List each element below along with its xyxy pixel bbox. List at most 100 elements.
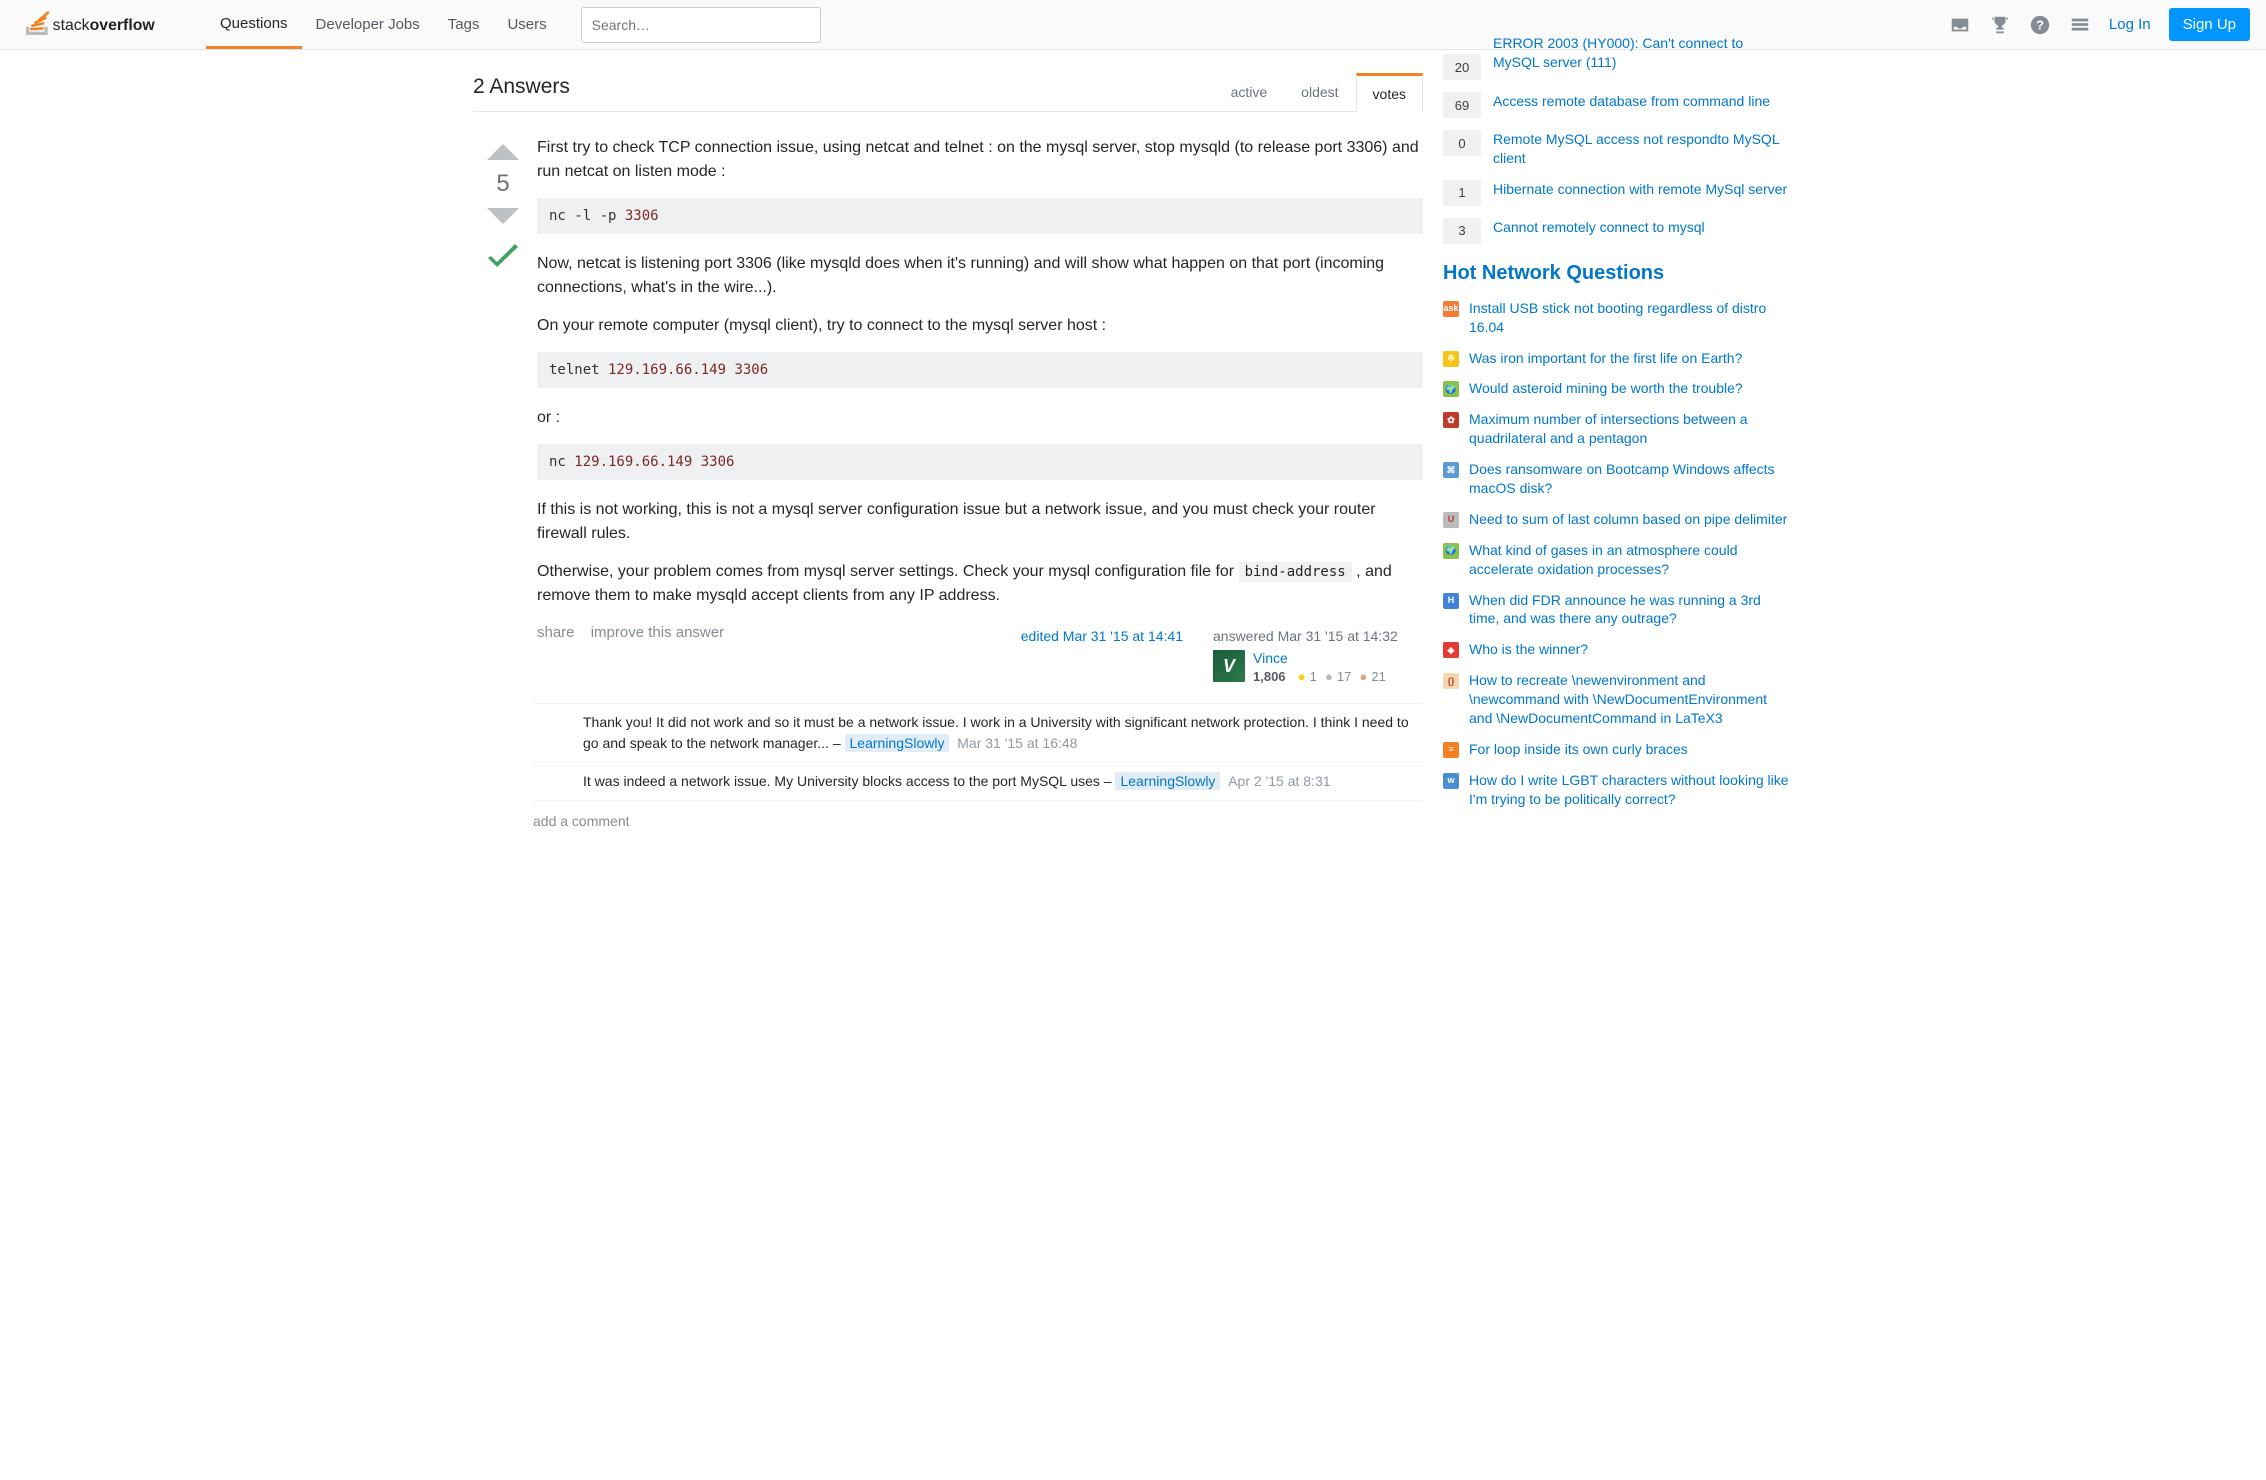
answer-p1: First try to check TCP connection issue,… bbox=[537, 136, 1423, 184]
related-link[interactable]: Hibernate connection with remote MySql s… bbox=[1493, 180, 1787, 199]
hnq-link[interactable]: How to recreate \newenvironment and \new… bbox=[1469, 671, 1793, 728]
related-item: 20ERROR 2003 (HY000): Can't connect to M… bbox=[1443, 54, 1793, 80]
comment-date: Apr 2 '15 at 8:31 bbox=[1224, 773, 1330, 789]
code-block-3: nc 129.169.66.149 3306 bbox=[537, 444, 1423, 480]
add-comment-link[interactable]: add a comment bbox=[533, 813, 630, 829]
nav-users[interactable]: Users bbox=[493, 0, 560, 49]
share-link[interactable]: share bbox=[537, 624, 575, 641]
answer-p2: Now, netcat is listening port 3306 (like… bbox=[537, 252, 1423, 300]
related-item: 69Access remote database from command li… bbox=[1443, 92, 1793, 118]
tab-votes[interactable]: votes bbox=[1356, 73, 1423, 112]
svg-text:stackoverflow: stackoverflow bbox=[53, 17, 156, 34]
search-input[interactable] bbox=[581, 7, 821, 43]
site-icon: ask bbox=[1443, 301, 1459, 317]
comments: Thank you! It did not work and so it mus… bbox=[533, 703, 1423, 801]
nav-questions[interactable]: Questions bbox=[206, 0, 302, 49]
hnq-item: ✿ Maximum number of intersections between… bbox=[1443, 410, 1793, 448]
answered-time: answered Mar 31 '15 at 14:32 bbox=[1213, 628, 1423, 644]
site-icon: ◈ bbox=[1443, 642, 1459, 658]
hnq-link[interactable]: Maximum number of intersections between … bbox=[1469, 410, 1793, 448]
topbar: stackoverflow Questions Developer Jobs T… bbox=[0, 0, 2266, 50]
site-icon: ✿ bbox=[1443, 412, 1459, 428]
related-score: 20 bbox=[1443, 54, 1481, 80]
menu-icon[interactable] bbox=[2069, 14, 2091, 36]
hnq-item: ◈ Who is the winner? bbox=[1443, 640, 1793, 659]
user-rep: 1,806 bbox=[1253, 669, 1286, 684]
comment-user[interactable]: LearningSlowly bbox=[845, 734, 950, 752]
site-icon: w bbox=[1443, 773, 1459, 789]
hnq-link[interactable]: Was iron important for the first life on… bbox=[1469, 349, 1742, 368]
badges: ●1 ●17 ●21 bbox=[1294, 668, 1386, 685]
related-link[interactable]: Remote MySQL access not respondto MySQL … bbox=[1493, 130, 1793, 168]
tab-active[interactable]: active bbox=[1214, 73, 1285, 112]
upvote-icon[interactable] bbox=[485, 142, 521, 162]
vote-column: 5 bbox=[473, 136, 533, 703]
user-name[interactable]: Vince bbox=[1253, 650, 1386, 666]
hnq-item: {} How to recreate \newenvironment and \n… bbox=[1443, 671, 1793, 728]
hnq-link[interactable]: How do I write LGBT characters without l… bbox=[1469, 771, 1793, 809]
svg-text:?: ? bbox=[2036, 17, 2044, 32]
hnq-item: ask Install USB stick not booting regardl… bbox=[1443, 299, 1793, 337]
answers-count: 2 Answers bbox=[473, 75, 570, 111]
tab-oldest[interactable]: oldest bbox=[1284, 73, 1355, 112]
logo[interactable]: stackoverflow bbox=[16, 10, 186, 40]
hnq-item: ≡ For loop inside its own curly braces bbox=[1443, 740, 1793, 759]
code-block-2: telnet 129.169.66.149 3306 bbox=[537, 352, 1423, 388]
comment: It was indeed a network issue. My Univer… bbox=[533, 763, 1423, 801]
hnq-link[interactable]: Need to sum of last column based on pipe… bbox=[1469, 510, 1787, 529]
site-icon: ⌘ bbox=[1443, 462, 1459, 478]
nav: Questions Developer Jobs Tags Users bbox=[206, 0, 561, 49]
sidebar: 20ERROR 2003 (HY000): Can't connect to M… bbox=[1443, 50, 1793, 842]
hnq-link[interactable]: Would asteroid mining be worth the troub… bbox=[1469, 379, 1743, 398]
signup-button[interactable]: Sign Up bbox=[2169, 8, 2250, 41]
related-link[interactable]: ERROR 2003 (HY000): Can't connect to MyS… bbox=[1493, 34, 1793, 72]
comment-user[interactable]: LearningSlowly bbox=[1115, 772, 1220, 790]
post-body: First try to check TCP connection issue,… bbox=[533, 136, 1423, 703]
answer-p4: or : bbox=[537, 406, 1423, 430]
site-icon: ≡ bbox=[1443, 742, 1459, 758]
main: 2 Answers active oldest votes 5 bbox=[473, 50, 1443, 842]
nav-tags[interactable]: Tags bbox=[434, 0, 494, 49]
achievements-icon[interactable] bbox=[1989, 14, 2011, 36]
help-icon[interactable]: ? bbox=[2029, 14, 2051, 36]
related-link[interactable]: Access remote database from command line bbox=[1493, 92, 1770, 111]
related-score: 1 bbox=[1443, 180, 1481, 206]
hnq-item: 🌍Would asteroid mining be worth the trou… bbox=[1443, 379, 1793, 398]
site-icon: {} bbox=[1443, 673, 1459, 689]
hnq-item: w How do I write LGBT characters without … bbox=[1443, 771, 1793, 809]
site-icon: 🌍 bbox=[1443, 543, 1459, 559]
downvote-icon[interactable] bbox=[485, 206, 521, 226]
related-item: 1 Hibernate connection with remote MySql … bbox=[1443, 180, 1793, 206]
hnq-item: 🌍 What kind of gases in an atmosphere cou… bbox=[1443, 541, 1793, 579]
hnq-item: U Need to sum of last column based on pip… bbox=[1443, 510, 1793, 529]
hnq-link[interactable]: Does ransomware on Bootcamp Windows affe… bbox=[1469, 460, 1793, 498]
related-item: 3 Cannot remotely connect to mysql bbox=[1443, 218, 1793, 244]
hnq-link[interactable]: Install USB stick not booting regardless… bbox=[1469, 299, 1793, 337]
related-score: 0 bbox=[1443, 130, 1481, 156]
answer: 5 First try to check TCP connection issu… bbox=[473, 112, 1423, 703]
user-card: answered Mar 31 '15 at 14:32 V Vince 1,8… bbox=[1213, 624, 1423, 685]
hnq-link[interactable]: What kind of gases in an atmosphere coul… bbox=[1469, 541, 1793, 579]
comment-date: Mar 31 '15 at 16:48 bbox=[953, 735, 1077, 751]
hnq-link[interactable]: When did FDR announce he was running a 3… bbox=[1469, 591, 1793, 629]
add-comment: add a comment bbox=[533, 801, 1423, 842]
related-link[interactable]: Cannot remotely connect to mysql bbox=[1493, 218, 1705, 237]
login-link[interactable]: Log In bbox=[2109, 16, 2151, 33]
hnq-item: ⌘ Does ransomware on Bootcamp Windows aff… bbox=[1443, 460, 1793, 498]
hnq-link[interactable]: Who is the winner? bbox=[1469, 640, 1588, 659]
site-icon: ※ bbox=[1443, 351, 1459, 367]
hnq-link[interactable]: For loop inside its own curly braces bbox=[1469, 740, 1688, 759]
post-menu: share improve this answer edited Mar 31 … bbox=[537, 624, 1423, 685]
inbox-icon[interactable] bbox=[1949, 14, 1971, 36]
answer-p6: Otherwise, your problem comes from mysql… bbox=[537, 560, 1423, 608]
site-icon: U bbox=[1443, 512, 1459, 528]
related-item: 0 Remote MySQL access not respondto MySQL… bbox=[1443, 130, 1793, 168]
edit-info[interactable]: edited Mar 31 '15 at 14:41 bbox=[1021, 624, 1183, 644]
related-score: 3 bbox=[1443, 218, 1481, 244]
nav-jobs[interactable]: Developer Jobs bbox=[302, 0, 434, 49]
answer-p3: On your remote computer (mysql client), … bbox=[537, 314, 1423, 338]
avatar[interactable]: V bbox=[1213, 650, 1245, 682]
improve-link[interactable]: improve this answer bbox=[591, 624, 724, 641]
vote-count: 5 bbox=[496, 170, 509, 198]
hnq-header[interactable]: Hot Network Questions bbox=[1443, 262, 1793, 285]
